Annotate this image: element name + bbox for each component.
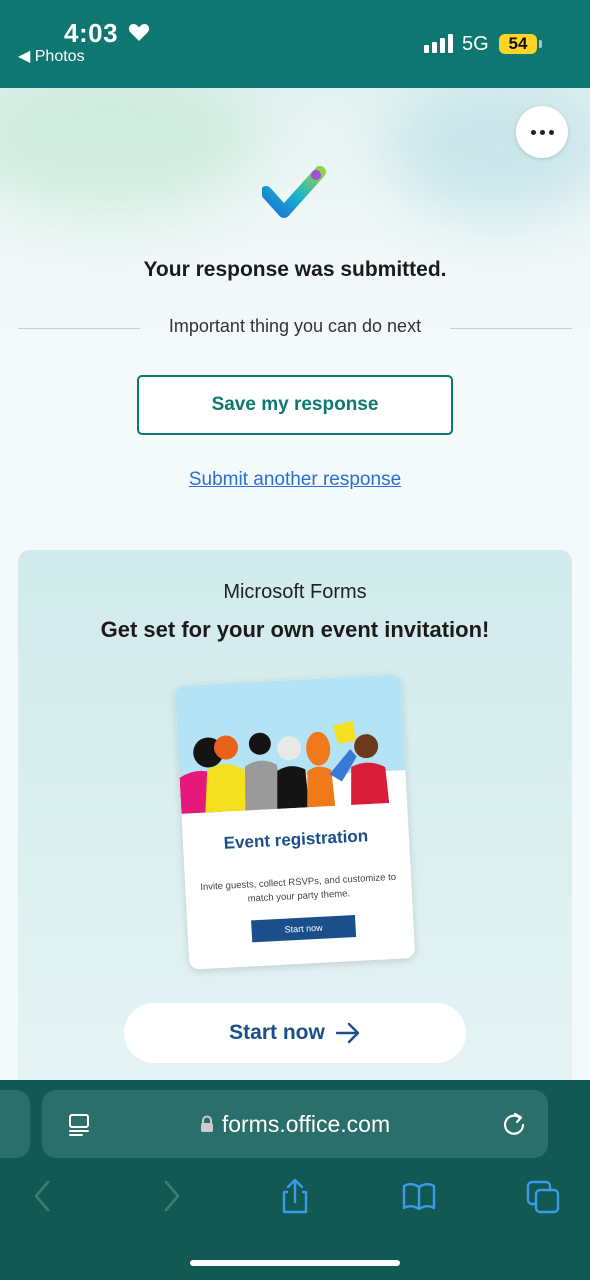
more-options-button[interactable] bbox=[516, 106, 568, 158]
arrow-right-icon bbox=[335, 1022, 360, 1044]
back-icon[interactable] bbox=[26, 1178, 60, 1214]
event-template-card[interactable]: Event registration Invite guests, collec… bbox=[174, 674, 416, 970]
submit-another-link[interactable]: Submit another response bbox=[0, 469, 590, 491]
start-now-label: Start now bbox=[229, 1021, 325, 1044]
share-icon[interactable] bbox=[278, 1178, 312, 1214]
dot bbox=[530, 129, 536, 135]
url-display[interactable]: forms.office.com bbox=[42, 1090, 548, 1158]
signal-icon bbox=[424, 34, 453, 53]
url-text: forms.office.com bbox=[221, 1110, 391, 1137]
confirmation-heading: Your response was submitted. bbox=[143, 258, 447, 281]
clock: 4:03 bbox=[64, 18, 119, 48]
people-illustration-icon bbox=[174, 674, 408, 814]
form-page: Your response was submitted. Important t… bbox=[0, 88, 590, 1080]
browser-nav-row bbox=[0, 1178, 590, 1218]
back-to-photos-link[interactable]: ◀ Photos bbox=[18, 46, 85, 66]
next-steps-divider: Important thing you can do next bbox=[18, 316, 572, 338]
promo-title: Get set for your own event invitation! bbox=[100, 617, 490, 642]
home-indicator[interactable] bbox=[190, 1260, 400, 1266]
dot bbox=[539, 129, 545, 135]
start-now-button[interactable]: Start now bbox=[124, 1003, 466, 1063]
bookmarks-icon[interactable] bbox=[402, 1178, 436, 1214]
checkmark-icon bbox=[262, 166, 326, 218]
event-card-start-button[interactable]: Start now bbox=[251, 914, 357, 943]
lock-icon bbox=[200, 1115, 213, 1132]
divider-label: Important thing you can do next bbox=[168, 316, 422, 336]
tabs-icon[interactable] bbox=[526, 1178, 560, 1214]
address-bar[interactable]: forms.office.com bbox=[42, 1090, 548, 1158]
divider-line bbox=[450, 328, 572, 329]
previous-tab-peek[interactable] bbox=[0, 1090, 30, 1158]
battery-icon: 54 bbox=[499, 34, 537, 54]
promo-card: Microsoft Forms Get set for your own eve… bbox=[18, 550, 572, 1080]
dot bbox=[548, 129, 554, 135]
forward-icon[interactable] bbox=[154, 1178, 188, 1214]
battery-tip bbox=[539, 40, 542, 48]
safari-toolbar: forms.office.com bbox=[0, 1080, 590, 1280]
status-bar: 4:03 ◀ Photos 5G 54 bbox=[0, 0, 590, 88]
reload-icon[interactable] bbox=[500, 1110, 528, 1138]
heart-icon bbox=[128, 24, 150, 41]
event-card-title: Event registration bbox=[223, 826, 369, 853]
promo-brand: Microsoft Forms bbox=[223, 581, 367, 603]
event-card-description: Invite guests, collect RSVPs, and custom… bbox=[200, 871, 397, 905]
network-type: 5G bbox=[462, 33, 489, 55]
save-response-button[interactable]: Save my response bbox=[137, 375, 453, 435]
